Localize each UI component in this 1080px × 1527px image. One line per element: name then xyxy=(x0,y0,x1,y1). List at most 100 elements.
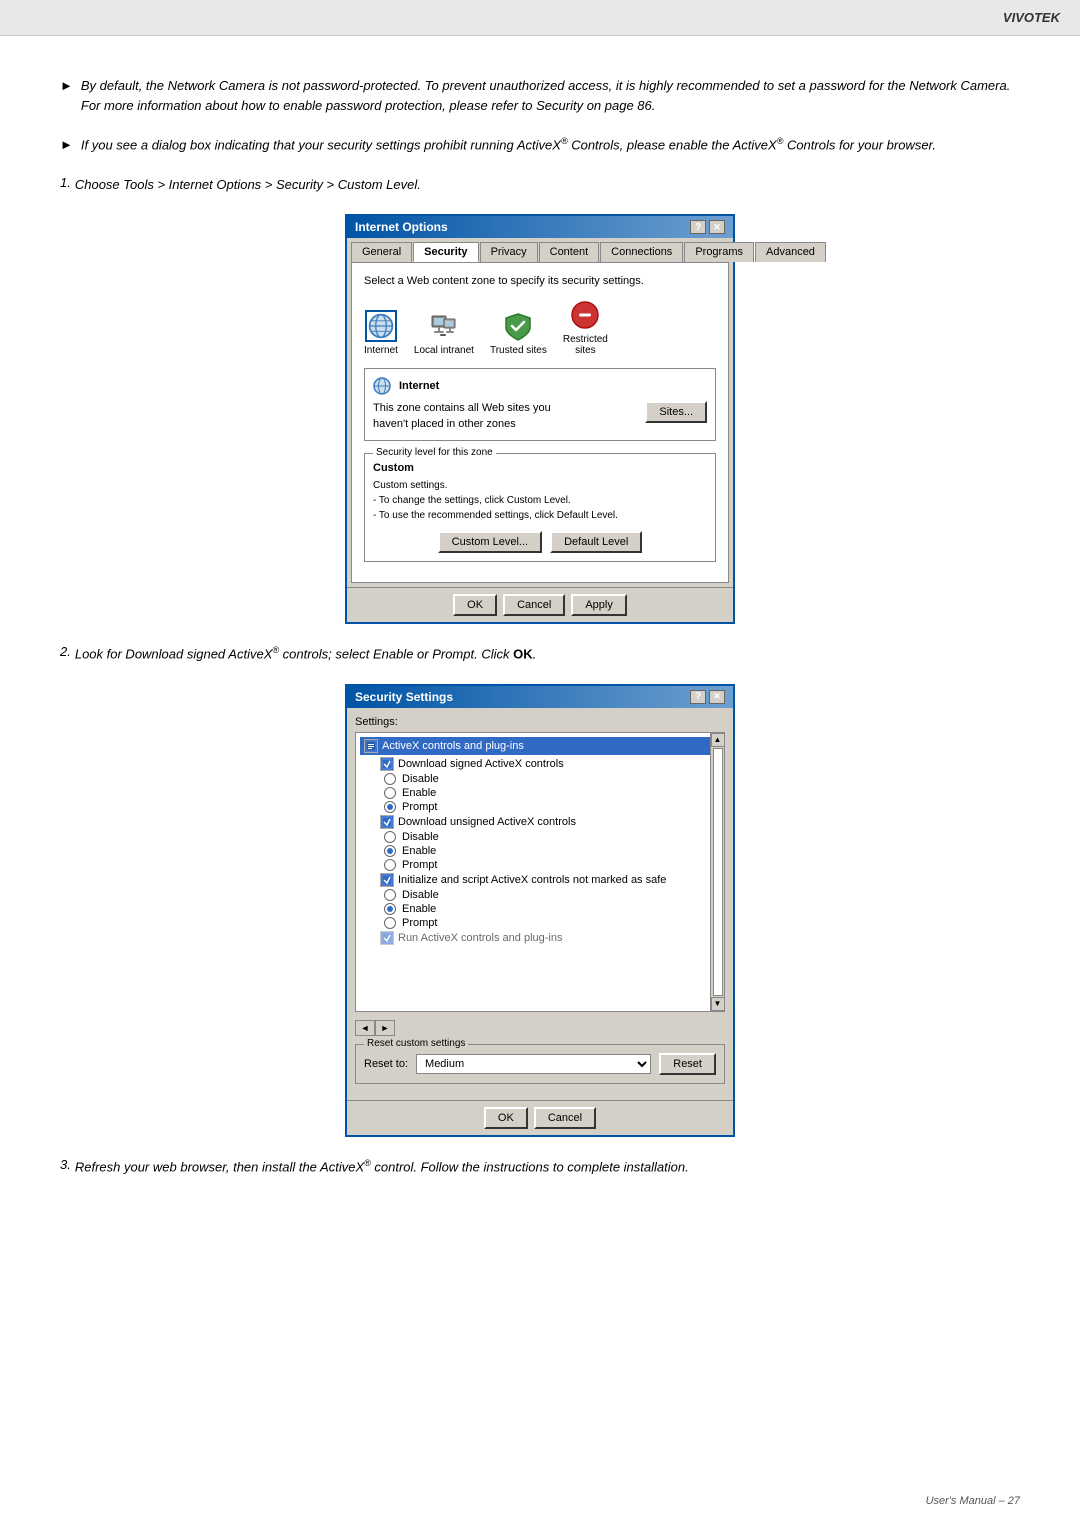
radio-circle-prompt-1[interactable] xyxy=(384,801,396,813)
subcategory-label-3: Initialize and script ActiveX controls n… xyxy=(398,874,666,886)
sec-ok-button[interactable]: OK xyxy=(484,1107,528,1129)
step-3: 3. Refresh your web browser, then instal… xyxy=(60,1157,1020,1177)
inet-apply-button[interactable]: Apply xyxy=(571,594,627,616)
scrollbar[interactable]: ▲ ▼ xyxy=(710,733,724,1011)
subcategory-initialize: Initialize and script ActiveX controls n… xyxy=(380,873,720,887)
radio-circle-enable-2[interactable] xyxy=(384,845,396,857)
zone-local[interactable]: Local intranet xyxy=(414,310,474,356)
radio-enable-2[interactable]: Enable xyxy=(380,845,720,857)
radio-label-prompt-1: Prompt xyxy=(402,801,437,813)
scroll-thumb[interactable] xyxy=(713,748,723,996)
zone-restricted[interactable]: Restrictedsites xyxy=(563,299,608,356)
radio-circle-disable-2[interactable] xyxy=(384,831,396,843)
subcategory-run: Run ActiveX controls and plug-ins xyxy=(380,931,720,945)
sec-cancel-button[interactable]: Cancel xyxy=(534,1107,596,1129)
subcategory-label-4: Run ActiveX controls and plug-ins xyxy=(398,932,562,944)
subcategory-download-unsigned: Download unsigned ActiveX controls xyxy=(380,815,720,829)
custom-title: Custom xyxy=(373,462,707,474)
sec-titlebar-help-button[interactable]: ? xyxy=(690,690,706,704)
default-level-button[interactable]: Default Level xyxy=(550,531,642,553)
reset-label: Reset to: xyxy=(364,1058,408,1070)
tab-security[interactable]: Security xyxy=(413,242,478,262)
page-content: ► By default, the Network Camera is not … xyxy=(0,36,1080,1527)
settings-label: Settings: xyxy=(355,716,725,728)
radio-circle-enable-1[interactable] xyxy=(384,787,396,799)
subcategory-label-1: Download signed ActiveX controls xyxy=(398,758,564,770)
step-number-2: 2. xyxy=(60,644,71,659)
step-number-1: 1. xyxy=(60,175,71,190)
subcategory-icon-3 xyxy=(380,873,394,887)
radio-disable-2[interactable]: Disable xyxy=(380,831,720,843)
zone-restricted-icon xyxy=(569,299,601,331)
sec-dialog-footer: OK Cancel xyxy=(347,1100,733,1135)
radio-label-disable-1: Disable xyxy=(402,773,439,785)
bullet-arrow-2: ► xyxy=(60,137,73,152)
radio-circle-prompt-3[interactable] xyxy=(384,917,396,929)
scroll-down-arrow[interactable]: ▼ xyxy=(711,997,725,1011)
step-2: 2. Look for Download signed ActiveX® con… xyxy=(60,644,1020,664)
radio-prompt-2[interactable]: Prompt xyxy=(380,859,720,871)
radio-enable-1[interactable]: Enable xyxy=(380,787,720,799)
zone-internet[interactable]: Internet xyxy=(364,310,398,356)
page-footer: User's Manual – 27 xyxy=(926,1495,1020,1507)
tab-general[interactable]: General xyxy=(351,242,412,262)
tab-connections[interactable]: Connections xyxy=(600,242,683,262)
tab-advanced[interactable]: Advanced xyxy=(755,242,826,262)
radio-enable-3[interactable]: Enable xyxy=(380,903,720,915)
titlebar-controls: ? ✕ xyxy=(690,220,725,234)
step-text-2: Look for Download signed ActiveX® contro… xyxy=(75,644,536,664)
zone-trusted[interactable]: Trusted sites xyxy=(490,310,547,356)
nav-right-button[interactable]: ► xyxy=(375,1020,395,1036)
radio-label-disable-3: Disable xyxy=(402,889,439,901)
radio-label-enable-1: Enable xyxy=(402,787,436,799)
radio-label-enable-3: Enable xyxy=(402,903,436,915)
zone-local-icon xyxy=(428,310,460,342)
sec-titlebar-close-button[interactable]: ✕ xyxy=(709,690,725,704)
reset-select[interactable]: Medium Low High xyxy=(416,1054,651,1074)
radio-circle-enable-3[interactable] xyxy=(384,903,396,915)
bullet-text-1: By default, the Network Camera is not pa… xyxy=(81,76,1010,115)
bullet-arrow-1: ► xyxy=(60,78,73,93)
zone-desc-text: This zone contains all Web sites youhave… xyxy=(373,401,551,432)
radio-circle-prompt-2[interactable] xyxy=(384,859,396,871)
titlebar-close-button[interactable]: ✕ xyxy=(709,220,725,234)
settings-list: ActiveX controls and plug-ins Download s… xyxy=(355,732,725,1012)
radio-prompt-1[interactable]: Prompt xyxy=(380,801,720,813)
tab-programs[interactable]: Programs xyxy=(684,242,754,262)
radio-circle-disable-3[interactable] xyxy=(384,889,396,901)
tab-content[interactable]: Content xyxy=(539,242,600,262)
step-1: 1. Choose Tools > Internet Options > Sec… xyxy=(60,175,1020,195)
step-text-1: Choose Tools > Internet Options > Securi… xyxy=(75,175,421,195)
radio-label-prompt-3: Prompt xyxy=(402,917,437,929)
zone-name: Internet xyxy=(399,380,439,392)
top-bar: VIVOTEK xyxy=(0,0,1080,36)
tab-privacy[interactable]: Privacy xyxy=(480,242,538,262)
inet-ok-button[interactable]: OK xyxy=(453,594,497,616)
radio-label-prompt-2: Prompt xyxy=(402,859,437,871)
inet-dialog-desc: Select a Web content zone to specify its… xyxy=(364,275,716,287)
sec-dialog-title: Security Settings xyxy=(355,690,453,704)
zone-description-box: Internet This zone contains all Web site… xyxy=(364,368,716,441)
inet-cancel-button[interactable]: Cancel xyxy=(503,594,565,616)
titlebar-help-button[interactable]: ? xyxy=(690,220,706,234)
reset-button[interactable]: Reset xyxy=(659,1053,716,1075)
reset-row: Reset to: Medium Low High Reset xyxy=(364,1053,716,1075)
settings-list-inner: ActiveX controls and plug-ins Download s… xyxy=(356,733,724,951)
inet-dialog-body: Select a Web content zone to specify its… xyxy=(351,262,729,583)
category-activex: ActiveX controls and plug-ins xyxy=(360,737,720,755)
nav-left-button[interactable]: ◄ xyxy=(355,1020,375,1036)
radio-prompt-3[interactable]: Prompt xyxy=(380,917,720,929)
scroll-up-arrow[interactable]: ▲ xyxy=(711,733,725,747)
zone-trusted-icon xyxy=(502,310,534,342)
inet-tabs-row: General Security Privacy Content Connect… xyxy=(347,238,733,262)
inet-options-dialog-container: Internet Options ? ✕ General Security Pr… xyxy=(60,214,1020,624)
radio-disable-3[interactable]: Disable xyxy=(380,889,720,901)
sites-button[interactable]: Sites... xyxy=(645,401,707,423)
zone-desc-header: Internet xyxy=(373,377,707,395)
radio-disable-1[interactable]: Disable xyxy=(380,773,720,785)
brand-label: VIVOTEK xyxy=(1003,10,1060,25)
subcategory-icon-1 xyxy=(380,757,394,771)
custom-level-button[interactable]: Custom Level... xyxy=(438,531,542,553)
radio-circle-disable-1[interactable] xyxy=(384,773,396,785)
zone-internet-label: Internet xyxy=(364,345,398,356)
